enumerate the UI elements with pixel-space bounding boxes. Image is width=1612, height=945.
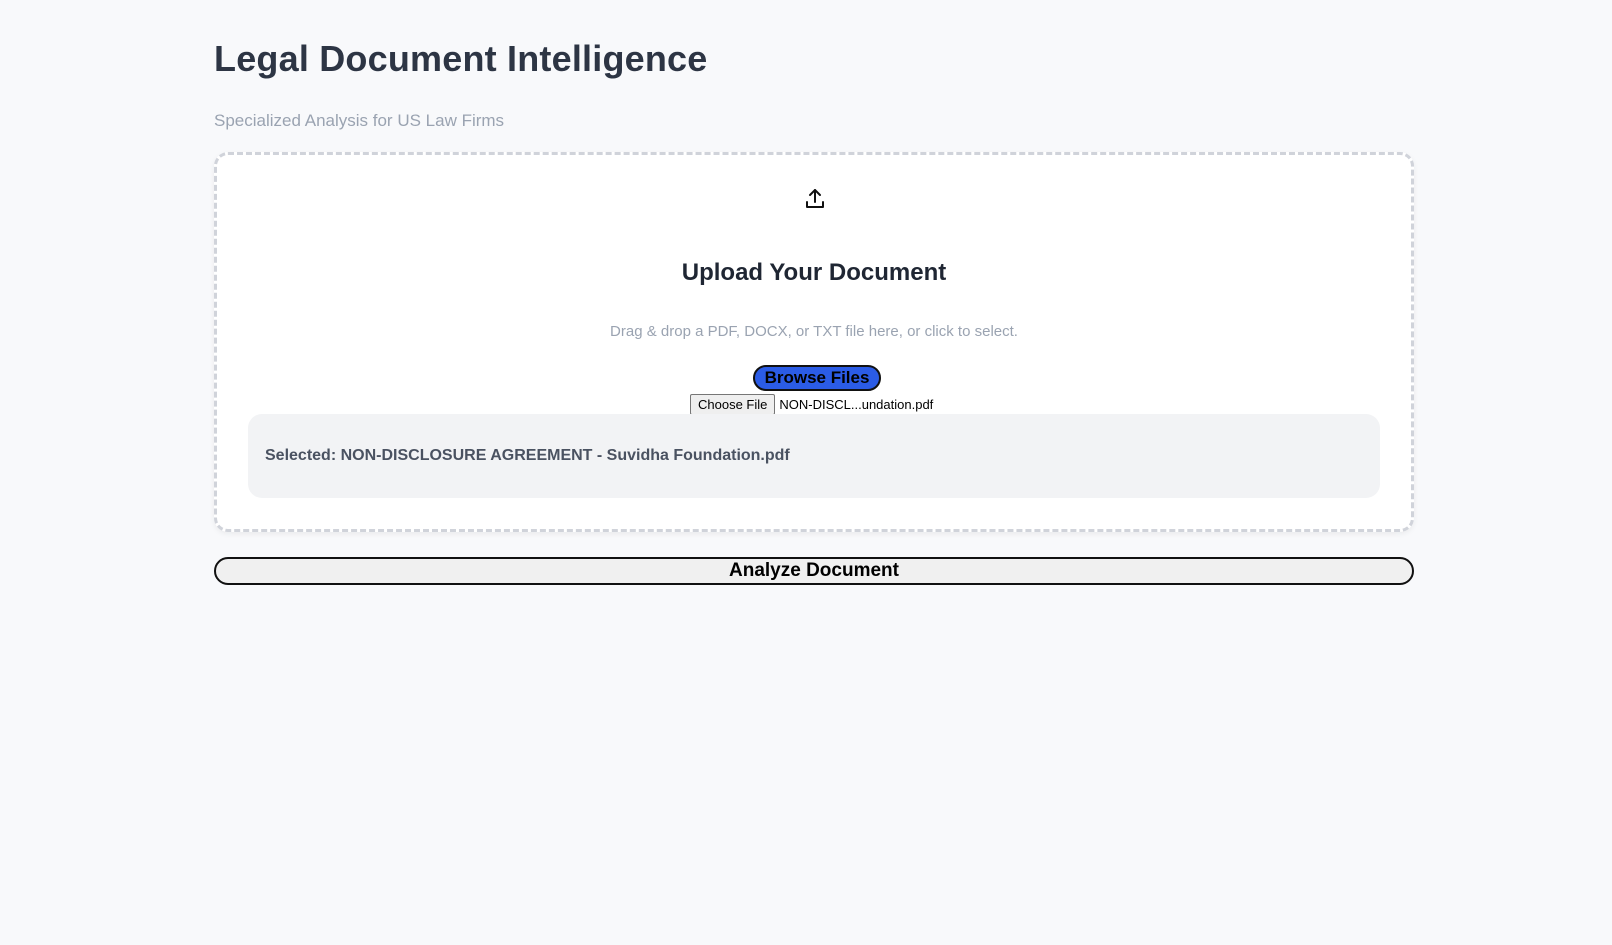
page-subtitle: Specialized Analysis for US Law Firms [214, 111, 505, 130]
upload-dropzone[interactable]: Upload Your Document Drag & drop a PDF, … [214, 152, 1414, 532]
chosen-file-name: NON-DISCL...undation.pdf [779, 396, 934, 412]
selected-file-panel: Selected: NON-DISCLOSURE AGREEMENT - Suv… [248, 414, 1380, 498]
selected-file-text: Selected: NON-DISCLOSURE AGREEMENT - Suv… [265, 447, 790, 464]
file-input[interactable]: Choose File NON-DISCL...undation.pdf [690, 393, 933, 415]
browse-files-button[interactable]: Browse Files [753, 365, 881, 391]
upload-heading: Upload Your Document [681, 259, 947, 286]
upload-icon [806, 189, 824, 208]
page-title: Legal Document Intelligence [214, 38, 708, 79]
upload-hint: Drag & drop a PDF, DOCX, or TXT file her… [610, 323, 1018, 340]
analyze-document-button[interactable]: Analyze Document [214, 557, 1414, 585]
choose-file-button[interactable]: Choose File [690, 393, 776, 415]
